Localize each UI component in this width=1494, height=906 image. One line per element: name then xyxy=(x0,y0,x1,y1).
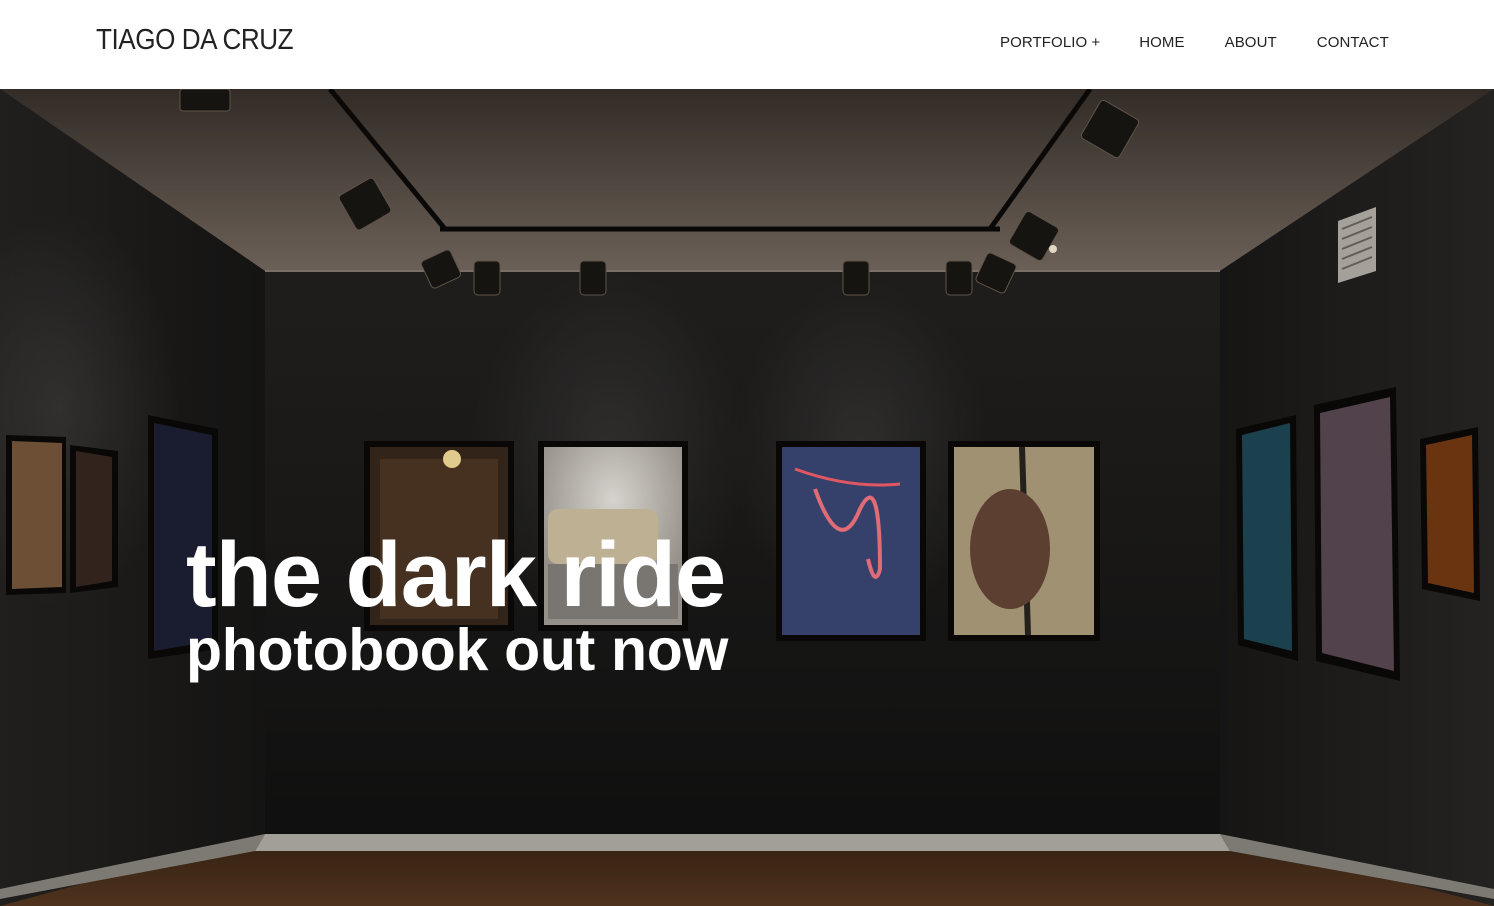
plus-icon: + xyxy=(1091,33,1101,51)
main-nav: PORTFOLIO + HOME ABOUT CONTACT xyxy=(1000,32,1389,52)
hero-title: the dark ride xyxy=(186,524,726,626)
hero-banner[interactable]: the dark ride photobook out now xyxy=(0,89,1494,906)
nav-portfolio-label: PORTFOLIO xyxy=(1000,33,1088,51)
site-logo[interactable]: TIAGO DA CRUZ xyxy=(96,24,294,57)
nav-contact[interactable]: CONTACT xyxy=(1317,34,1389,51)
site-header: TIAGO DA CRUZ PORTFOLIO + HOME ABOUT CONT… xyxy=(0,0,1494,89)
hero-subtitle: photobook out now xyxy=(186,617,729,683)
nav-home[interactable]: HOME xyxy=(1139,34,1184,51)
gallery-photo xyxy=(0,89,1494,906)
nav-portfolio[interactable]: PORTFOLIO + xyxy=(1000,34,1100,51)
nav-about[interactable]: ABOUT xyxy=(1225,34,1277,51)
